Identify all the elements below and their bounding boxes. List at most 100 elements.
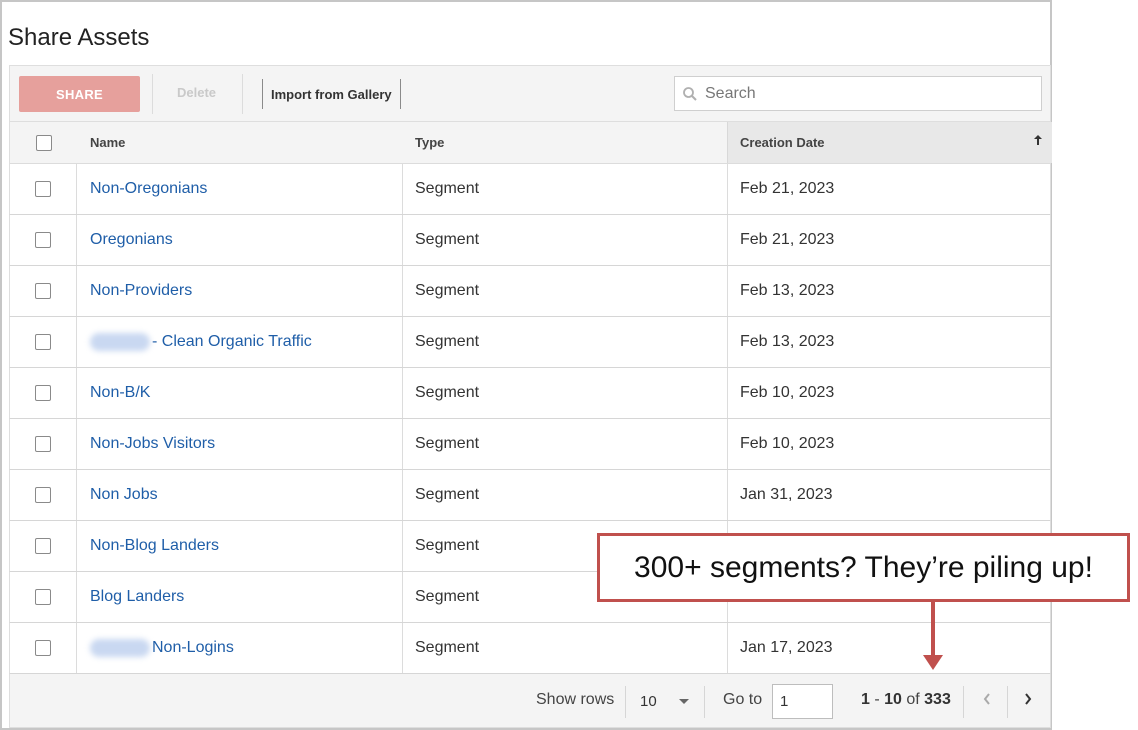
segment-name-text: Non-Logins	[152, 639, 234, 656]
rows-per-page-value: 10	[640, 693, 657, 710]
segment-name-text: Non-Blog Landers	[90, 537, 219, 554]
segment-type: Segment	[402, 266, 727, 316]
segment-name-link[interactable]: - Clean Organic Traffic	[90, 317, 312, 367]
table-row[interactable]: Oregonians Segment Feb 21, 2023	[9, 215, 1051, 266]
segment-type: Segment	[402, 164, 727, 214]
segment-name-link[interactable]: Non-Oregonians	[90, 164, 207, 214]
share-assets-panel: Share Assets SHARE Delete Import from Ga…	[0, 0, 1052, 730]
segment-type: Segment	[402, 419, 727, 469]
segment-name-link[interactable]: Non-Logins	[90, 623, 234, 673]
table-row[interactable]: - Clean Organic Traffic Segment Feb 13, 20…	[9, 317, 1051, 368]
table-row[interactable]: Non-Providers Segment Feb 13, 2023	[9, 266, 1051, 317]
segment-name-link[interactable]: Oregonians	[90, 215, 173, 265]
segment-name-link[interactable]: Non-Providers	[90, 266, 192, 316]
row-checkbox[interactable]	[35, 334, 51, 350]
show-rows-label: Show rows	[536, 691, 615, 708]
row-checkbox-cell	[10, 164, 77, 214]
rows-per-page-select[interactable]: 10	[640, 693, 689, 710]
column-header-creation-date[interactable]: Creation Date	[727, 122, 1052, 163]
previous-page-button[interactable]	[976, 688, 998, 714]
segment-name-link[interactable]: Non Jobs	[90, 470, 158, 520]
creation-date: Jan 31, 2023	[727, 470, 1052, 520]
segment-name-text: Non-Jobs Visitors	[90, 435, 216, 452]
row-checkbox-cell	[10, 572, 77, 622]
row-checkbox[interactable]	[35, 589, 51, 605]
table-header: Name Type Creation Date	[9, 122, 1052, 164]
import-from-gallery-button-wrap: Import from Gallery	[262, 79, 401, 109]
go-to-page-input[interactable]	[772, 684, 833, 719]
table-row[interactable]: Non-Oregonians Segment Feb 21, 2023	[9, 164, 1051, 215]
annotation-callout: 300+ segments? They’re piling up!	[597, 533, 1130, 602]
segment-name-text: Non Jobs	[90, 486, 158, 503]
row-checkbox[interactable]	[35, 436, 51, 452]
search-input[interactable]	[705, 84, 1025, 103]
segment-name-link[interactable]: Non-B/K	[90, 368, 150, 418]
range-start: 1	[861, 691, 870, 708]
column-header-type[interactable]: Type	[415, 122, 444, 163]
row-checkbox[interactable]	[35, 385, 51, 401]
row-checkbox[interactable]	[35, 640, 51, 656]
segment-name-link[interactable]: Non-Blog Landers	[90, 521, 219, 571]
select-all-cell	[10, 122, 77, 163]
import-from-gallery-button[interactable]: Import from Gallery	[271, 87, 392, 102]
column-header-creation-date-label: Creation Date	[740, 135, 825, 150]
segment-type: Segment	[402, 215, 727, 265]
row-checkbox-cell	[10, 623, 77, 673]
creation-date: Feb 10, 2023	[727, 419, 1052, 469]
search-icon	[675, 76, 705, 111]
row-checkbox[interactable]	[35, 538, 51, 554]
row-checkbox-cell	[10, 419, 77, 469]
footer-divider	[625, 686, 626, 718]
share-button[interactable]: SHARE	[19, 76, 140, 112]
select-all-checkbox[interactable]	[35, 134, 52, 151]
footer-divider	[1007, 686, 1008, 718]
row-checkbox-cell	[10, 368, 77, 418]
segment-type: Segment	[402, 368, 727, 418]
creation-date: Feb 21, 2023	[727, 164, 1052, 214]
caret-down-icon	[678, 699, 689, 704]
row-checkbox[interactable]	[35, 283, 51, 299]
row-checkbox[interactable]	[35, 487, 51, 503]
segment-type: Segment	[402, 623, 727, 673]
page-range-text: 1 - 10 of 333	[861, 691, 951, 709]
delete-button[interactable]: Delete	[177, 85, 216, 100]
redacted-text	[90, 639, 150, 657]
table-row[interactable]: Non-Logins Segment Jan 17, 2023	[9, 623, 1051, 674]
segment-name-text: Non-Oregonians	[90, 180, 208, 197]
creation-date: Feb 13, 2023	[727, 317, 1052, 367]
segment-name-text: - Clean Organic Traffic	[152, 333, 312, 350]
chevron-left-icon	[983, 692, 991, 710]
table-row[interactable]: Non-B/K Segment Feb 10, 2023	[9, 368, 1051, 419]
segment-type: Segment	[402, 317, 727, 367]
row-checkbox-cell	[10, 521, 77, 571]
range-total: 333	[924, 691, 951, 708]
row-checkbox-cell	[10, 266, 77, 316]
annotation-arrow-head	[923, 655, 943, 670]
next-page-button[interactable]	[1017, 688, 1039, 714]
chevron-right-icon	[1024, 692, 1032, 710]
footer-divider	[704, 686, 705, 718]
page-title: Share Assets	[8, 24, 150, 51]
row-checkbox-cell	[10, 470, 77, 520]
row-checkbox-cell	[10, 215, 77, 265]
creation-date: Feb 13, 2023	[727, 266, 1052, 316]
table-row[interactable]: Non-Jobs Visitors Segment Feb 10, 2023	[9, 419, 1051, 470]
range-dash: -	[869, 691, 885, 708]
segment-name-link[interactable]: Non-Jobs Visitors	[90, 419, 215, 469]
go-to-label: Go to	[723, 691, 763, 708]
creation-date: Feb 10, 2023	[727, 368, 1052, 418]
column-header-name[interactable]: Name	[90, 122, 125, 163]
segment-type: Segment	[402, 470, 727, 520]
segment-name-link[interactable]: Blog Landers	[90, 572, 184, 622]
table-row[interactable]: Non Jobs Segment Jan 31, 2023	[9, 470, 1051, 521]
search-box	[674, 76, 1042, 111]
toolbar: SHARE Delete Import from Gallery	[9, 65, 1051, 122]
toolbar-divider	[152, 74, 153, 114]
redacted-text	[90, 333, 150, 351]
segment-name-text: Non-B/K	[90, 384, 151, 401]
toolbar-divider	[242, 74, 243, 114]
row-checkbox[interactable]	[35, 181, 51, 197]
row-checkbox[interactable]	[35, 232, 51, 248]
annotation-arrow-line	[931, 602, 935, 658]
creation-date: Feb 21, 2023	[727, 215, 1052, 265]
